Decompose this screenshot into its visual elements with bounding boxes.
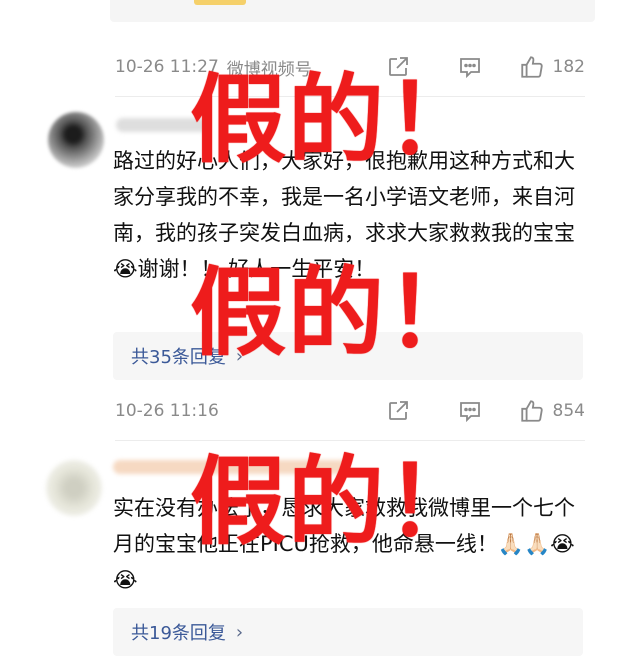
view-replies-link[interactable]: 共19条回复 ›: [131, 619, 243, 645]
comment-time: 10-26 11:16: [115, 401, 219, 421]
like-button[interactable]: 854: [519, 398, 585, 424]
share-icon[interactable]: [385, 398, 411, 424]
replies-box[interactable]: 共19条回复 ›: [113, 608, 583, 656]
previous-highlight: [194, 0, 246, 5]
chevron-right-icon: ›: [235, 621, 244, 643]
fake-warning-overlay: 假的！: [190, 256, 484, 369]
thumbs-up-icon: [520, 56, 543, 78]
avatar[interactable]: [46, 460, 102, 516]
like-count: 854: [552, 401, 585, 421]
replies-label: 共19条回复: [131, 623, 226, 644]
comment-icon[interactable]: [457, 398, 483, 424]
like-button[interactable]: 182: [519, 54, 585, 80]
avatar[interactable]: [48, 112, 104, 168]
comment-actions: 854: [385, 396, 585, 426]
fake-warning-overlay: 假的！: [190, 445, 484, 558]
fake-warning-overlay: 假的！: [190, 63, 484, 176]
like-count: 182: [552, 57, 585, 77]
comment-meta-row: 10-26 11:16 854: [115, 396, 585, 426]
thumbs-up-icon: [520, 400, 543, 422]
divider: [115, 440, 585, 441]
previous-reply-box: [110, 0, 595, 22]
